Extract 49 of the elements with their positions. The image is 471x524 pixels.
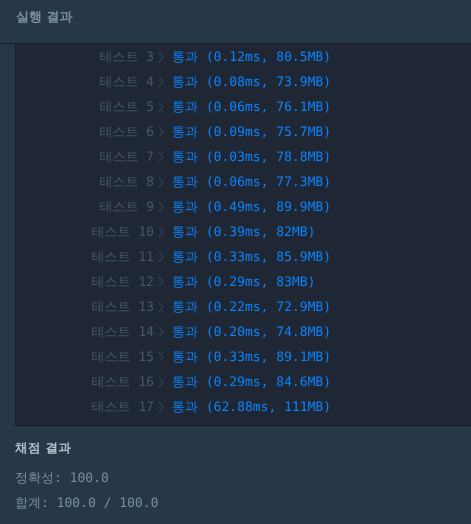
test-result: 통과 (0.29ms, 84.6MB) [172, 374, 332, 390]
test-label: 테스트 8 [98, 174, 155, 190]
test-result: 통과 (0.06ms, 77.3MB) [172, 174, 332, 190]
chevron-icon [158, 176, 164, 188]
chevron-icon [158, 76, 164, 88]
test-label: 테스트 5 [98, 98, 155, 116]
chevron-icon [158, 226, 164, 238]
test-result: 통과 (0.03ms, 78.8MB) [172, 148, 332, 166]
chevron-icon [158, 100, 164, 112]
chevron-icon [158, 50, 164, 62]
chevron-icon [158, 350, 164, 362]
test-result: 통과 (0.09ms, 75.7MB) [172, 124, 332, 140]
chevron-icon [158, 300, 164, 312]
test-result: 통과 (0.20ms, 74.8MB) [172, 324, 332, 340]
score-line: 합계: 100.0 / 100.0 [15, 495, 160, 513]
chevron-icon [158, 400, 164, 412]
chevron-icon [158, 276, 164, 288]
test-result: 통과 (0.33ms, 85.9MB) [172, 248, 332, 266]
chevron-icon [158, 250, 164, 262]
test-label: 테스트 16 [90, 374, 155, 390]
score-line: 정확성: 100.0 [15, 470, 110, 488]
test-result: 통과 (0.08ms, 73.9MB) [172, 74, 332, 90]
chevron-icon [158, 150, 164, 162]
test-result: 통과 (62.88ms, 111MB) [172, 398, 332, 416]
chevron-icon [158, 200, 164, 212]
test-result: 통과 (0.49ms, 89.9MB) [172, 198, 332, 216]
section-title: 채점 결과 [15, 440, 72, 457]
chevron-icon [158, 376, 164, 388]
test-label: 테스트 17 [90, 398, 155, 416]
test-result: 통과 (0.29ms, 83MB) [172, 274, 316, 290]
test-result: 통과 (0.12ms, 80.5MB) [172, 48, 332, 66]
test-label: 테스트 6 [98, 124, 155, 140]
test-label: 테스트 13 [90, 298, 155, 316]
test-label: 테스트 15 [90, 348, 155, 366]
chevron-icon [158, 126, 164, 138]
test-result: 통과 (0.22ms, 72.9MB) [172, 298, 332, 316]
chevron-icon [158, 326, 164, 338]
test-label: 테스트 3 [98, 48, 155, 66]
test-label: 테스트 9 [98, 198, 155, 216]
test-label: 테스트 7 [98, 148, 155, 166]
test-label: 테스트 14 [90, 324, 155, 340]
test-result: 통과 (0.06ms, 76.1MB) [172, 98, 332, 116]
test-result: 통과 (0.33ms, 89.1MB) [172, 348, 332, 366]
test-label: 테스트 4 [98, 74, 155, 90]
test-label: 테스트 10 [90, 224, 155, 240]
panel-title: 실행 결과 [16, 9, 73, 26]
test-result: 통과 (0.39ms, 82MB) [172, 224, 316, 240]
test-label: 테스트 12 [90, 274, 155, 290]
test-label: 테스트 11 [90, 248, 155, 266]
